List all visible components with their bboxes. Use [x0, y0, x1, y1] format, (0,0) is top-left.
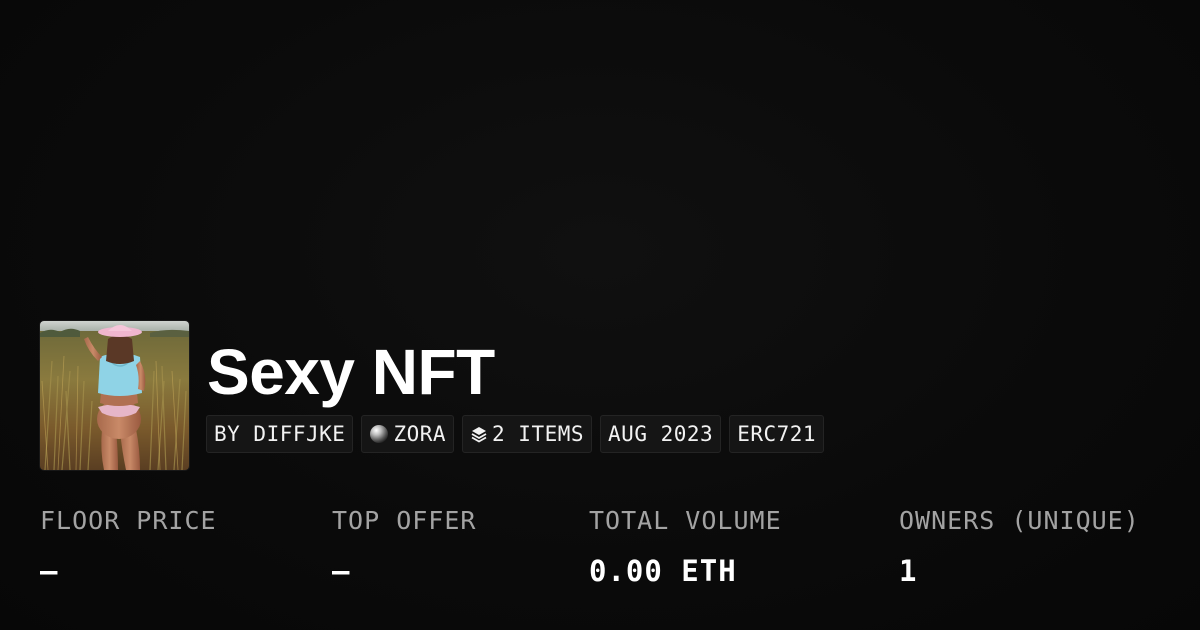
date-label: AUG 2023: [608, 422, 714, 446]
floor-price-stat: FLOOR PRICE –: [40, 503, 217, 589]
layers-icon: [470, 425, 488, 443]
standard-badge: ERC721: [729, 415, 825, 453]
chain-label: ZORA: [393, 422, 447, 446]
zora-orb-icon: [369, 424, 389, 444]
top-offer-value: –: [332, 554, 351, 588]
floor-price-label: FLOOR PRICE: [40, 506, 217, 535]
top-offer-label: TOP OFFER: [332, 506, 477, 535]
date-badge: AUG 2023: [600, 415, 722, 453]
total-volume-label: TOTAL VOLUME: [589, 506, 782, 535]
total-volume-value: 0.00 ETH: [589, 554, 737, 588]
items-label: 2 ITEMS: [492, 422, 585, 446]
collection-stats: FLOOR PRICE – TOP OFFER – TOTAL VOLUME 0…: [40, 503, 1180, 603]
collection-title: Sexy NFT: [207, 336, 495, 408]
painting-image: [40, 321, 189, 470]
owners-value: 1: [899, 554, 918, 588]
floor-price-value: –: [40, 554, 59, 588]
owners-label: OWNERS (UNIQUE): [899, 506, 1140, 535]
creator-badge[interactable]: BY DIFFJKE: [206, 415, 354, 453]
collection-card: Sexy NFT BY DIFFJKE ZORA 2 ITEMS AUG 202…: [0, 0, 1200, 630]
creator-label: BY DIFFJKE: [214, 422, 346, 446]
total-volume-stat: TOTAL VOLUME 0.00 ETH: [589, 503, 782, 589]
owners-stat: OWNERS (UNIQUE) 1: [899, 503, 1140, 589]
collection-badges: BY DIFFJKE ZORA 2 ITEMS AUG 2023 ERC721: [206, 415, 825, 453]
collection-image[interactable]: [40, 321, 189, 470]
items-badge[interactable]: 2 ITEMS: [462, 415, 593, 453]
chain-badge[interactable]: ZORA: [361, 415, 455, 453]
standard-label: ERC721: [737, 422, 817, 446]
top-offer-stat: TOP OFFER –: [332, 503, 476, 589]
